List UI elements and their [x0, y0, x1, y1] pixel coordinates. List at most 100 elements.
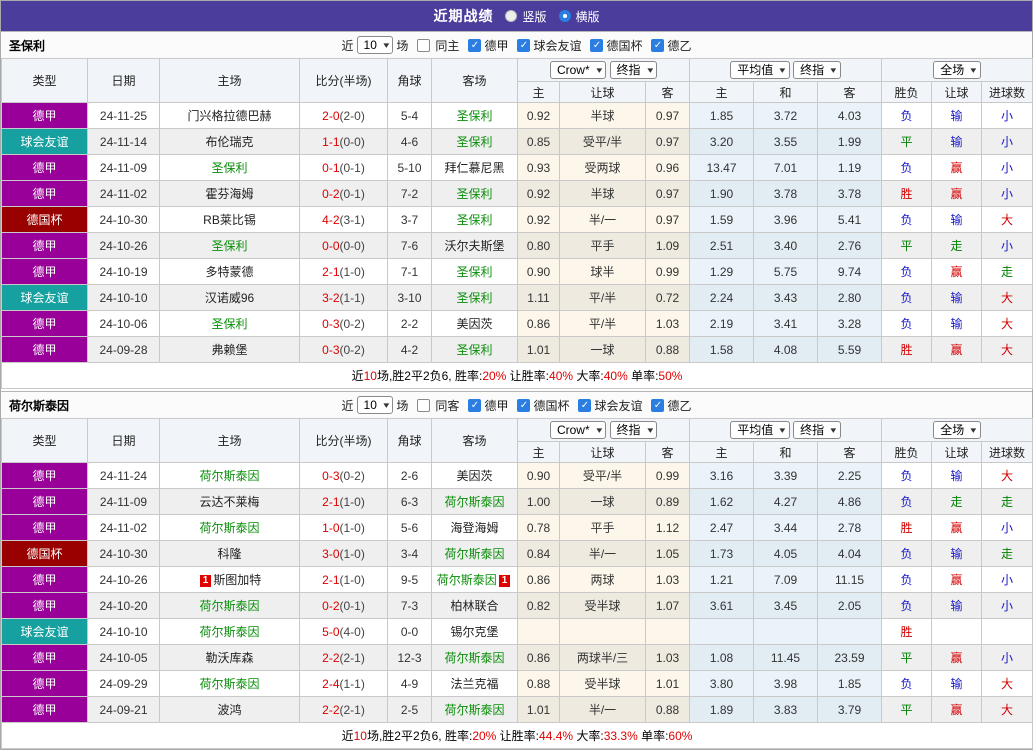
avg-time-select[interactable]: 终指 ▾	[793, 61, 841, 79]
handicap-line: 两球	[559, 566, 646, 593]
home-team[interactable]: 圣保利	[211, 317, 247, 331]
home-team[interactable]: 圣保利	[211, 239, 247, 253]
away-team-cell: 荷尔斯泰因	[431, 696, 518, 723]
match-date: 24-10-10	[87, 284, 160, 311]
home-team[interactable]: 云达不莱梅	[199, 495, 259, 509]
fulltime-score: 0-2	[322, 186, 340, 201]
home-team-cell: 勒沃库森	[159, 644, 300, 671]
league-checkbox[interactable]: ✓	[651, 398, 665, 412]
home-team[interactable]: 荷尔斯泰因	[199, 677, 259, 691]
away-team[interactable]: 法兰克福	[450, 677, 498, 691]
col-type: 类型	[1, 418, 88, 463]
match-count-select[interactable]: 10 ▾	[356, 36, 394, 54]
avg-source-select[interactable]: 平均值 ▾	[730, 61, 790, 79]
result-goals: 小	[981, 566, 1033, 593]
home-team[interactable]: 斯图加特	[213, 573, 261, 587]
away-team[interactable]: 圣保利	[456, 343, 492, 357]
away-team[interactable]: 拜仁慕尼黑	[444, 161, 504, 175]
handicap-line: 两球半/三	[559, 644, 646, 671]
period-select[interactable]: 全场 ▾	[933, 61, 981, 79]
home-team[interactable]: 圣保利	[211, 161, 247, 175]
result-winloss: 负	[881, 102, 933, 129]
away-team[interactable]: 圣保利	[456, 265, 492, 279]
odds-time-select[interactable]: 终指 ▾	[609, 421, 658, 439]
league-checkbox[interactable]: ✓	[517, 38, 531, 52]
league-checkbox[interactable]: ✓	[468, 398, 482, 412]
away-team[interactable]: 圣保利	[456, 291, 492, 305]
odds-source-select[interactable]: Crow* ▾	[549, 61, 607, 79]
away-team[interactable]: 荷尔斯泰因	[444, 651, 504, 665]
home-team[interactable]: 汉诺威96	[205, 291, 254, 305]
corner-count: 4-2	[387, 336, 432, 363]
results-table: 类型 日期 主场 比分(半场) 角球 客场 Crow* ▾ 终指 ▾ 平均值 ▾ 终指…	[0, 418, 1033, 749]
away-team[interactable]: 柏林联合	[450, 599, 498, 613]
handicap-away-odds: 1.09	[645, 232, 690, 259]
vertical-radio-label: 竖版	[522, 9, 547, 24]
corner-count: 3-4	[387, 540, 432, 567]
home-team[interactable]: 科隆	[217, 547, 241, 561]
halftime-score: (4-0)	[339, 624, 365, 639]
same-home-checkbox[interactable]	[417, 38, 431, 52]
handicap-away-odds: 1.12	[645, 514, 690, 541]
league-checkbox[interactable]: ✓	[517, 398, 531, 412]
fulltime-score: 4-2	[322, 212, 340, 227]
layout-horizontal-option[interactable]: 横版	[558, 8, 600, 25]
home-team[interactable]: 荷尔斯泰因	[199, 521, 259, 535]
avg-time-select[interactable]: 终指 ▾	[793, 421, 841, 439]
home-team[interactable]: 波鸿	[217, 703, 241, 717]
league-checkbox[interactable]: ✓	[468, 38, 482, 52]
away-team[interactable]: 荷尔斯泰因	[444, 495, 504, 509]
match-date: 24-09-29	[87, 670, 160, 697]
odds-source-select[interactable]: Crow* ▾	[549, 421, 607, 439]
col-hcp-line: 让球	[559, 81, 646, 103]
away-team[interactable]: 美因茨	[456, 317, 492, 331]
period-select[interactable]: 全场 ▾	[933, 421, 981, 439]
result-winloss: 胜	[881, 618, 933, 645]
away-team[interactable]: 圣保利	[456, 213, 492, 227]
match-date: 24-10-19	[87, 258, 160, 285]
result-handicap: 输	[931, 102, 983, 129]
home-team[interactable]: 荷尔斯泰因	[199, 469, 259, 483]
match-count-select[interactable]: 10 ▾	[356, 396, 394, 414]
avg-source-select[interactable]: 平均值 ▾	[730, 421, 790, 439]
home-team[interactable]: 布伦瑞克	[205, 135, 253, 149]
away-team[interactable]: 圣保利	[456, 187, 492, 201]
away-team[interactable]: 圣保利	[456, 135, 492, 149]
away-team[interactable]: 海登海姆	[450, 521, 498, 535]
home-team[interactable]: 荷尔斯泰因	[199, 625, 259, 639]
result-goals: 小	[981, 592, 1033, 619]
home-team[interactable]: 霍芬海姆	[205, 187, 253, 201]
odds-time-select[interactable]: 终指 ▾	[609, 61, 658, 79]
home-team-cell: 云达不莱梅	[159, 488, 300, 515]
away-team[interactable]: 荷尔斯泰因	[444, 703, 504, 717]
result-winloss: 平	[881, 232, 933, 259]
league-checkbox[interactable]: ✓	[651, 38, 665, 52]
away-team[interactable]: 荷尔斯泰因	[444, 547, 504, 561]
result-winloss: 平	[881, 128, 933, 155]
away-team[interactable]: 锡尔克堡	[450, 625, 498, 639]
horizontal-radio[interactable]	[558, 10, 571, 22]
league-label: 球会友谊	[533, 38, 582, 53]
match-score: 0-0(0-0)	[299, 232, 388, 259]
away-team[interactable]: 沃尔夫斯堡	[444, 239, 504, 253]
away-team[interactable]: 美因茨	[456, 469, 492, 483]
same-away-checkbox[interactable]	[417, 398, 431, 412]
match-date: 24-09-21	[87, 696, 160, 723]
result-handicap: 输	[931, 206, 983, 233]
league-checkbox[interactable]: ✓	[590, 38, 604, 52]
match-date: 24-10-26	[87, 232, 160, 259]
home-team[interactable]: 荷尔斯泰因	[199, 599, 259, 613]
home-team[interactable]: 勒沃库森	[205, 651, 253, 665]
league-checkbox[interactable]: ✓	[578, 398, 592, 412]
layout-vertical-option[interactable]: 竖版	[505, 8, 547, 25]
vertical-radio[interactable]	[505, 10, 518, 22]
home-team[interactable]: 弗赖堡	[211, 343, 247, 357]
away-team[interactable]: 圣保利	[456, 109, 492, 123]
away-team[interactable]: 荷尔斯泰因	[437, 573, 497, 587]
away-team-cell: 沃尔夫斯堡	[431, 232, 518, 259]
home-team[interactable]: RB莱比锡	[203, 213, 256, 227]
home-team[interactable]: 门兴格拉德巴赫	[187, 109, 271, 123]
home-team-cell: 荷尔斯泰因	[159, 670, 300, 697]
home-team[interactable]: 多特蒙德	[205, 265, 253, 279]
handicap-home-odds: 0.85	[517, 128, 560, 155]
